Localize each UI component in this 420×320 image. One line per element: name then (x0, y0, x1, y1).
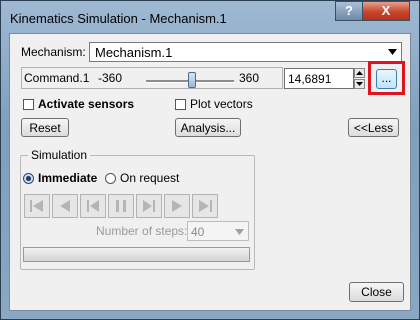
activate-sensors-checkbox[interactable] (23, 99, 34, 110)
immediate-label: Immediate (38, 171, 98, 185)
step-backward-icon (87, 200, 99, 212)
command-value-field[interactable]: 14,6891 (284, 68, 354, 89)
step-forward-button[interactable] (136, 194, 162, 218)
jump-to-start-button[interactable] (24, 194, 50, 218)
command-value: 14,6891 (288, 72, 332, 86)
plot-vectors-checkbox[interactable] (175, 99, 186, 110)
jump-to-end-button[interactable] (192, 194, 218, 218)
play-backward-button[interactable] (52, 194, 78, 218)
mechanism-combo[interactable]: Mechanism.1 (89, 42, 402, 62)
command-min: -360 (98, 71, 123, 85)
mechanism-value: Mechanism.1 (95, 45, 173, 60)
kinematics-simulation-window: Kinematics Simulation - Mechanism.1 ? X … (0, 0, 420, 320)
jump-end-icon (199, 200, 212, 212)
play-forward-icon (172, 200, 182, 212)
less-button[interactable]: <<Less (348, 118, 399, 137)
simulation-group-label: Simulation (28, 148, 91, 162)
pause-button[interactable] (108, 194, 134, 218)
steps-value: 40 (191, 225, 205, 239)
simulation-slider[interactable] (23, 247, 250, 262)
steps-label: Number of steps: (96, 224, 188, 238)
arrow-up-icon (356, 71, 363, 75)
immediate-radio[interactable] (23, 173, 34, 184)
plot-vectors-label: Plot vectors (190, 97, 253, 111)
step-backward-button[interactable] (80, 194, 106, 218)
help-button[interactable]: ? (335, 1, 363, 21)
close-button[interactable]: Close (349, 282, 404, 302)
chevron-down-icon (235, 229, 244, 235)
more-button[interactable]: ... (376, 69, 397, 89)
on-request-label: On request (120, 171, 180, 185)
mechanism-label: Mechanism: (21, 45, 86, 59)
command-name: Command.1 (24, 71, 90, 85)
jump-start-icon (30, 200, 43, 212)
command-slider-thumb[interactable] (187, 72, 196, 88)
arrow-down-icon (356, 82, 363, 86)
pause-icon (116, 200, 126, 212)
command-max: 360 (239, 71, 260, 85)
reset-button[interactable]: Reset (21, 118, 69, 137)
play-forward-button[interactable] (164, 194, 190, 218)
steps-combo[interactable]: 40 (187, 221, 249, 241)
spin-down-button[interactable] (354, 79, 365, 89)
window-close-button[interactable]: X (362, 1, 410, 21)
activate-sensors-label: Activate sensors (38, 97, 135, 111)
play-backward-icon (60, 200, 70, 212)
spin-up-button[interactable] (354, 68, 365, 78)
player-controls (24, 194, 249, 218)
dialog-body: Mechanism: Mechanism.1 Command.1 -360 36… (9, 33, 411, 311)
analysis-button[interactable]: Analysis... (175, 118, 241, 137)
on-request-radio[interactable] (105, 173, 116, 184)
step-forward-icon (143, 200, 155, 212)
window-title: Kinematics Simulation - Mechanism.1 (10, 11, 227, 26)
title-bar[interactable]: Kinematics Simulation - Mechanism.1 ? X (1, 1, 419, 35)
chevron-down-icon (388, 49, 397, 55)
